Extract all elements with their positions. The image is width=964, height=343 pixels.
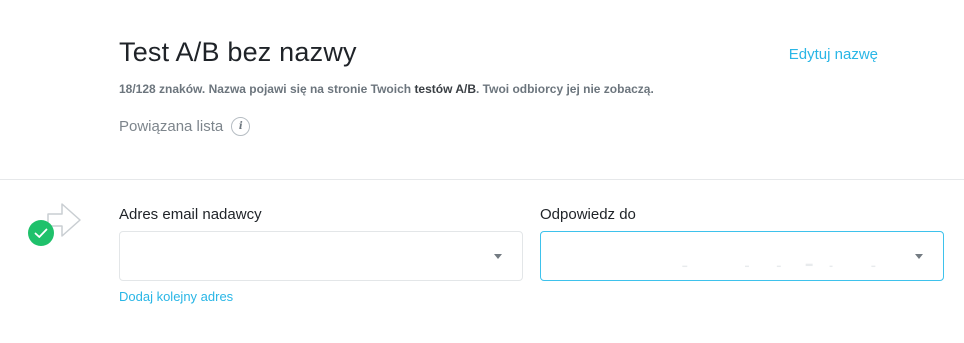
sender-email-label: Adres email nadawcy bbox=[119, 206, 262, 223]
section-divider bbox=[0, 179, 964, 180]
hint-strong: testów A/B bbox=[414, 82, 476, 96]
reply-to-label: Odpowiedz do bbox=[540, 206, 636, 223]
chevron-down-icon bbox=[915, 254, 923, 259]
related-list-label: Powiązana lista bbox=[119, 118, 224, 135]
edit-name-link[interactable]: Edytuj nazwę bbox=[789, 46, 878, 63]
page-title: Test A/B bez nazwy bbox=[119, 37, 357, 67]
sender-email-select[interactable] bbox=[119, 231, 523, 281]
chevron-down-icon bbox=[494, 254, 502, 259]
redacted-value bbox=[682, 263, 876, 268]
reply-to-select[interactable] bbox=[540, 231, 944, 281]
add-address-link[interactable]: Dodaj kolejny adres bbox=[119, 289, 233, 304]
check-circle-icon bbox=[28, 220, 54, 246]
hint-suffix: . Twoi odbiorcy jej nie zobaczą. bbox=[476, 82, 654, 96]
step-status bbox=[26, 196, 86, 248]
related-list: Powiązana lista i bbox=[119, 117, 251, 136]
name-hint: 18/128 znaków. Nazwa pojawi się na stron… bbox=[119, 82, 654, 96]
info-icon[interactable]: i bbox=[231, 117, 251, 136]
hint-prefix: 18/128 znaków. Nazwa pojawi się na stron… bbox=[119, 82, 415, 96]
